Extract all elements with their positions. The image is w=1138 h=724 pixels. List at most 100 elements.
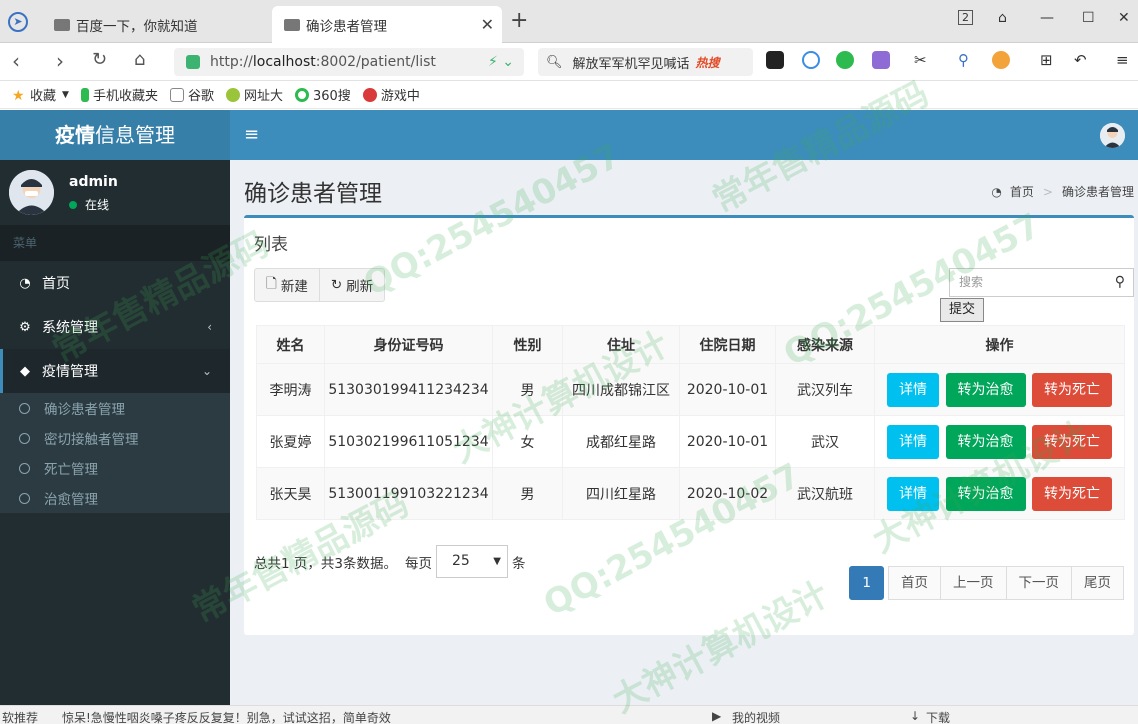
undo-icon[interactable]: ↶ — [1074, 51, 1092, 69]
url-prefix: http:// — [210, 54, 253, 70]
page-next[interactable]: 下一页 — [1005, 566, 1072, 600]
page-title: 确诊患者管理 — [244, 181, 382, 207]
phone-icon — [80, 87, 89, 102]
cell-source: 武汉航班 — [775, 467, 875, 520]
search-icon[interactable]: ⚲ — [1115, 269, 1125, 296]
column-header: 住院日期 — [679, 325, 776, 364]
chat-icon[interactable] — [836, 51, 854, 69]
bookmark-label: 手机收藏夹 — [92, 89, 158, 104]
detail-button[interactable]: 详情 — [887, 372, 940, 407]
box-title: 列表 — [254, 235, 288, 255]
lightning-icon[interactable]: ⚡ ⌄ — [488, 54, 514, 70]
status-download[interactable]: 下载 — [926, 709, 950, 724]
status-recommend[interactable]: 软推荐 — [2, 709, 38, 724]
game-icon[interactable] — [992, 51, 1010, 69]
cell-gender: 男 — [492, 363, 563, 416]
sidebar-item-home[interactable]: ◔ 首页 — [0, 261, 230, 305]
back-icon[interactable]: ‹ — [12, 49, 20, 73]
globe-icon — [225, 87, 240, 102]
column-header: 住址 — [562, 325, 680, 364]
detail-button[interactable]: 详情 — [887, 476, 940, 511]
close-tab-icon[interactable]: ✕ — [481, 15, 494, 34]
bookmark-games[interactable]: 游戏中 — [362, 85, 420, 104]
hamburger-icon[interactable]: ≡ — [244, 124, 259, 145]
death-button[interactable]: 转为死亡 — [1031, 372, 1112, 407]
minus-icon[interactable] — [802, 51, 820, 69]
page-summary: 总共1 页，共3条数据。 — [254, 555, 397, 572]
home-icon[interactable]: ⌂ — [134, 49, 145, 70]
per-page-value: 25 — [451, 553, 470, 569]
per-page-select[interactable]: 25 ▼ — [435, 545, 508, 578]
cure-button[interactable]: 转为治愈 — [945, 372, 1026, 407]
maximize-icon[interactable]: ☐ — [1082, 10, 1095, 26]
app-header: 疫情信息管理 ≡ — [0, 110, 1138, 160]
page-first[interactable]: 首页 — [888, 566, 941, 600]
new-tab-button[interactable]: + — [510, 8, 528, 33]
avatar — [9, 170, 54, 215]
status-news[interactable]: 惊呆!急慢性咽炎嗓子疼反反复复！别急，试试这招，简单奇效 — [62, 709, 391, 724]
subitem-label: 密切接触者管理 — [44, 432, 139, 448]
bookmark-mobile[interactable]: 手机收藏夹 — [80, 85, 158, 104]
submit-button[interactable]: 提交 — [940, 298, 984, 322]
close-window-icon[interactable]: ✕ — [1118, 10, 1130, 26]
forward-icon[interactable]: › — [56, 49, 64, 73]
extension-icon[interactable] — [766, 51, 784, 69]
sidebar-subitem-contacts[interactable]: 密切接触者管理 — [0, 423, 230, 453]
reload-icon[interactable]: ↻ — [92, 49, 107, 70]
sidebar-subitem-deaths[interactable]: 死亡管理 — [0, 453, 230, 483]
tab-patient-list[interactable]: 确诊患者管理 ✕ — [272, 6, 502, 43]
cell-address: 成都红星路 — [562, 415, 680, 468]
refresh-icon: ↻ — [330, 277, 343, 293]
page-info: 总共1 页，共3条数据。 每页 25 ▼ 条 — [254, 545, 525, 578]
window-count-badge[interactable]: 2 — [958, 10, 973, 25]
menu-icon[interactable]: ≡ — [1116, 51, 1134, 69]
sidebar-subitem-confirmed[interactable]: 确诊患者管理 — [0, 393, 230, 423]
tab-baidu[interactable]: 百度一下，你就知道 — [42, 6, 270, 43]
death-button[interactable]: 转为死亡 — [1031, 424, 1112, 459]
grid-icon[interactable]: ⊞ — [1040, 51, 1058, 69]
refresh-button[interactable]: ↻ 刷新 — [318, 269, 384, 301]
bookmark-360[interactable]: 360搜 — [294, 85, 351, 104]
minimize-icon[interactable]: — — [1040, 10, 1054, 26]
page-prev[interactable]: 上一页 — [940, 566, 1007, 600]
translate-icon[interactable] — [872, 51, 890, 69]
cell-actions: 详情 转为治愈 转为死亡 — [874, 467, 1125, 520]
chevron-down-icon: ▼ — [62, 89, 69, 100]
app-brand[interactable]: 疫情信息管理 — [0, 110, 230, 160]
skin-icon[interactable]: ⌂ — [998, 10, 1007, 26]
status-video[interactable]: 我的视频 — [732, 709, 780, 724]
search-input[interactable]: 搜索 ⚲ — [949, 268, 1134, 297]
bookmark-google[interactable]: 谷歌 — [169, 85, 214, 104]
browser-logo-icon[interactable]: ➤ — [8, 12, 28, 32]
cell-gender: 女 — [492, 415, 563, 468]
hot-search-badge: 热搜 — [695, 55, 720, 70]
table-row: 张天昊 513001199103221234 男 四川红星路 2020-10-0… — [256, 467, 1125, 520]
subitem-label: 确诊患者管理 — [44, 402, 125, 418]
dashboard-icon: ◔ — [991, 184, 1002, 199]
address-bar[interactable]: http://localhost:8002/patient/list ⚡ ⌄ — [174, 48, 524, 76]
death-button[interactable]: 转为死亡 — [1031, 476, 1112, 511]
browser-status-bar: 软推荐 惊呆!急慢性咽炎嗓子疼反反复复！别急，试试这招，简单奇效 ▶ 我的视频 … — [0, 705, 1138, 724]
cure-button[interactable]: 转为治愈 — [945, 424, 1026, 459]
magnifier-icon[interactable]: ⚲ — [958, 51, 976, 69]
detail-button[interactable]: 详情 — [887, 424, 940, 459]
sidebar-subitem-cured[interactable]: 治愈管理 — [0, 483, 230, 513]
menu-header: 菜单 — [0, 225, 230, 261]
page-current[interactable]: 1 — [849, 566, 884, 600]
url-host: localhost — [252, 54, 316, 70]
column-header: 身份证号码 — [324, 325, 493, 364]
cure-button[interactable]: 转为治愈 — [945, 476, 1026, 511]
page-last[interactable]: 尾页 — [1071, 566, 1124, 600]
new-button[interactable]: 🗋 新建 — [255, 269, 319, 301]
sidebar-item-system[interactable]: ⚙ 系统管理 ‹ — [0, 305, 230, 349]
header-avatar[interactable] — [1100, 123, 1125, 148]
scissors-icon[interactable]: ✂ — [914, 51, 932, 69]
browser-search-box[interactable]: 🔍︎ 解放军军机罕见喊话 热搜 — [538, 48, 753, 76]
sidebar-item-epidemic[interactable]: ◆ 疫情管理 ⌄ — [0, 349, 230, 393]
bookmark-nav[interactable]: 网址大 — [225, 85, 283, 104]
cell-address: 四川红星路 — [562, 467, 680, 520]
bookmark-favorites[interactable]: ★ 收藏 ▼ — [12, 85, 69, 105]
breadcrumb-home[interactable]: 首页 — [1010, 183, 1034, 200]
cube-icon: ◆ — [20, 363, 30, 379]
cell-actions: 详情 转为治愈 转为死亡 — [874, 415, 1125, 468]
